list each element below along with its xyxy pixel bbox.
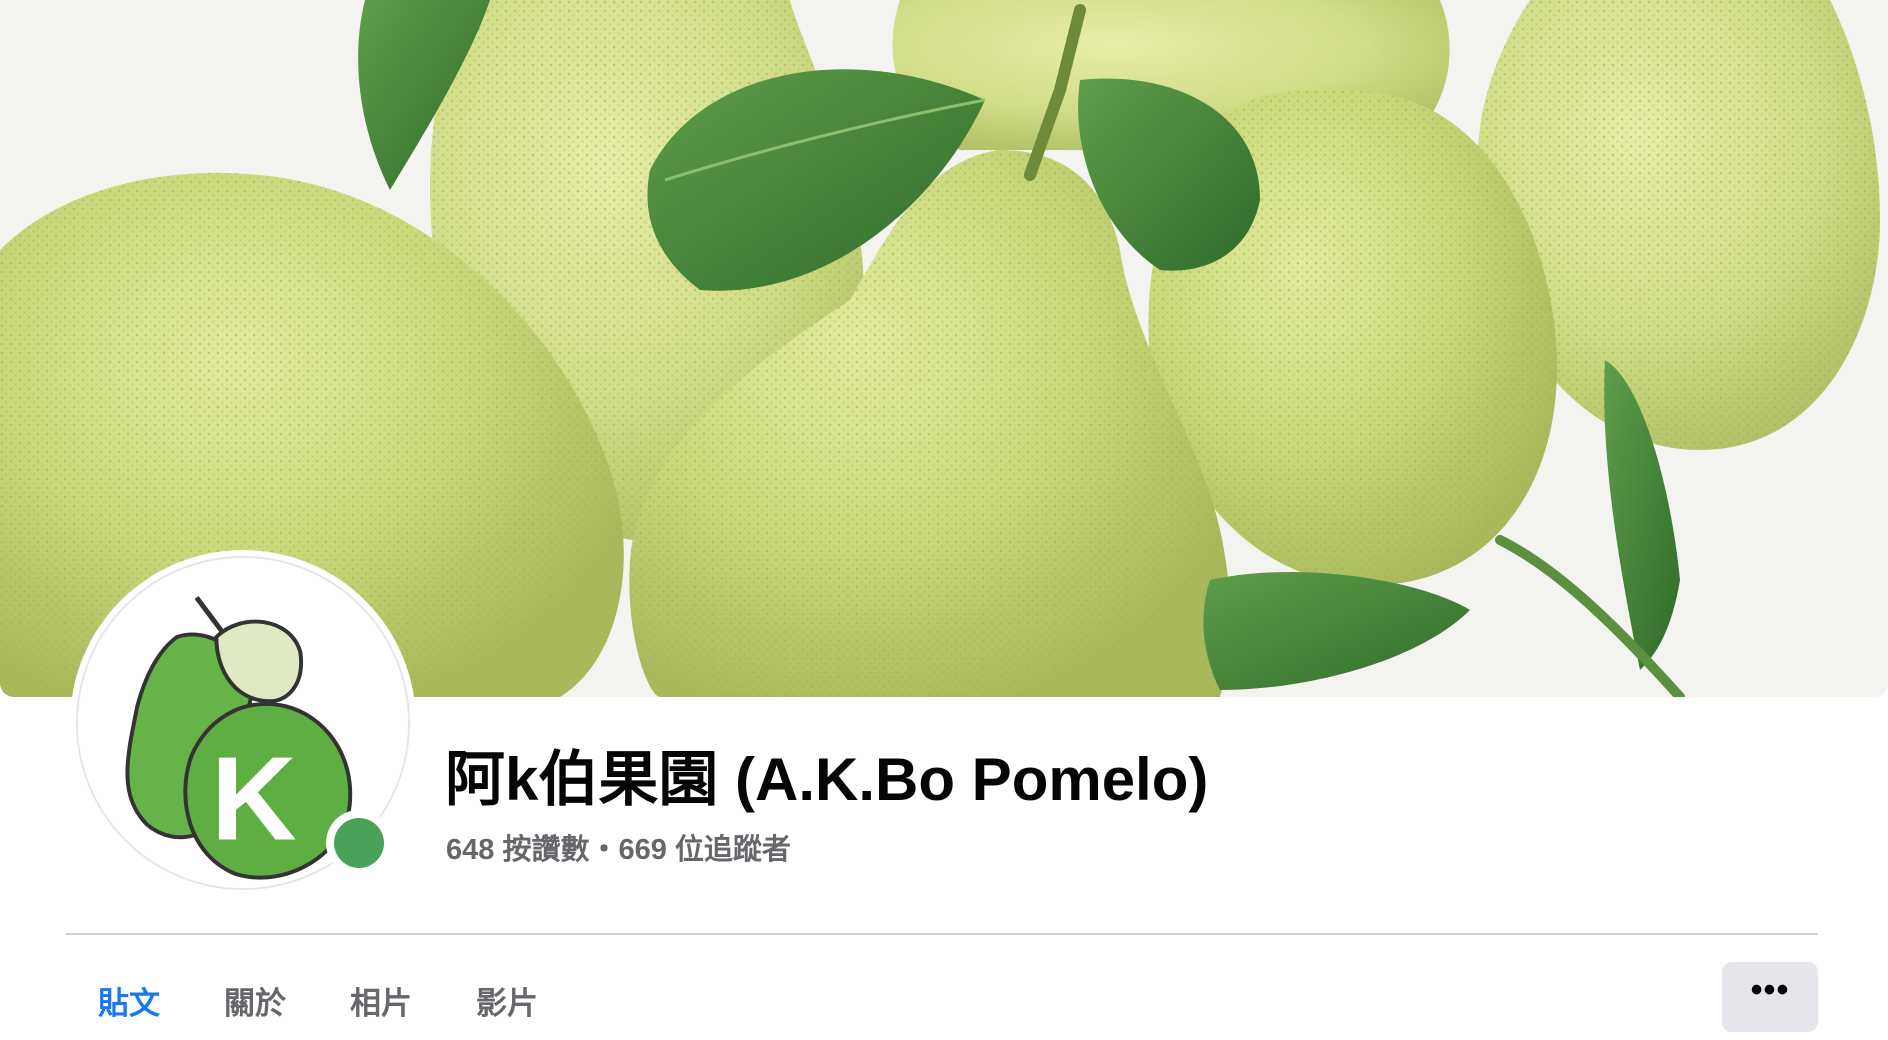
facebook-page-header: K 阿k伯果園 (A.K.Bo Pomelo) 648 按讚數・669 位追蹤者… <box>0 0 1888 1040</box>
tab-posts[interactable]: 貼文 <box>66 960 192 1040</box>
page-stats[interactable]: 648 按讚數・669 位追蹤者 <box>446 830 791 870</box>
tab-photos[interactable]: 相片 <box>318 960 444 1040</box>
online-status-indicator <box>326 810 392 876</box>
more-options-button[interactable]: ••• <box>1722 962 1818 1032</box>
page-tabs: 貼文 關於 相片 影片 <box>66 960 570 1040</box>
tab-about[interactable]: 關於 <box>192 960 318 1040</box>
more-horizontal-icon: ••• <box>1750 971 1790 1009</box>
tab-videos[interactable]: 影片 <box>444 960 570 1040</box>
avatar-letter: K <box>211 734 297 866</box>
page-title: 阿k伯果園 (A.K.Bo Pomelo) <box>445 746 1209 813</box>
header-divider <box>66 933 1818 935</box>
